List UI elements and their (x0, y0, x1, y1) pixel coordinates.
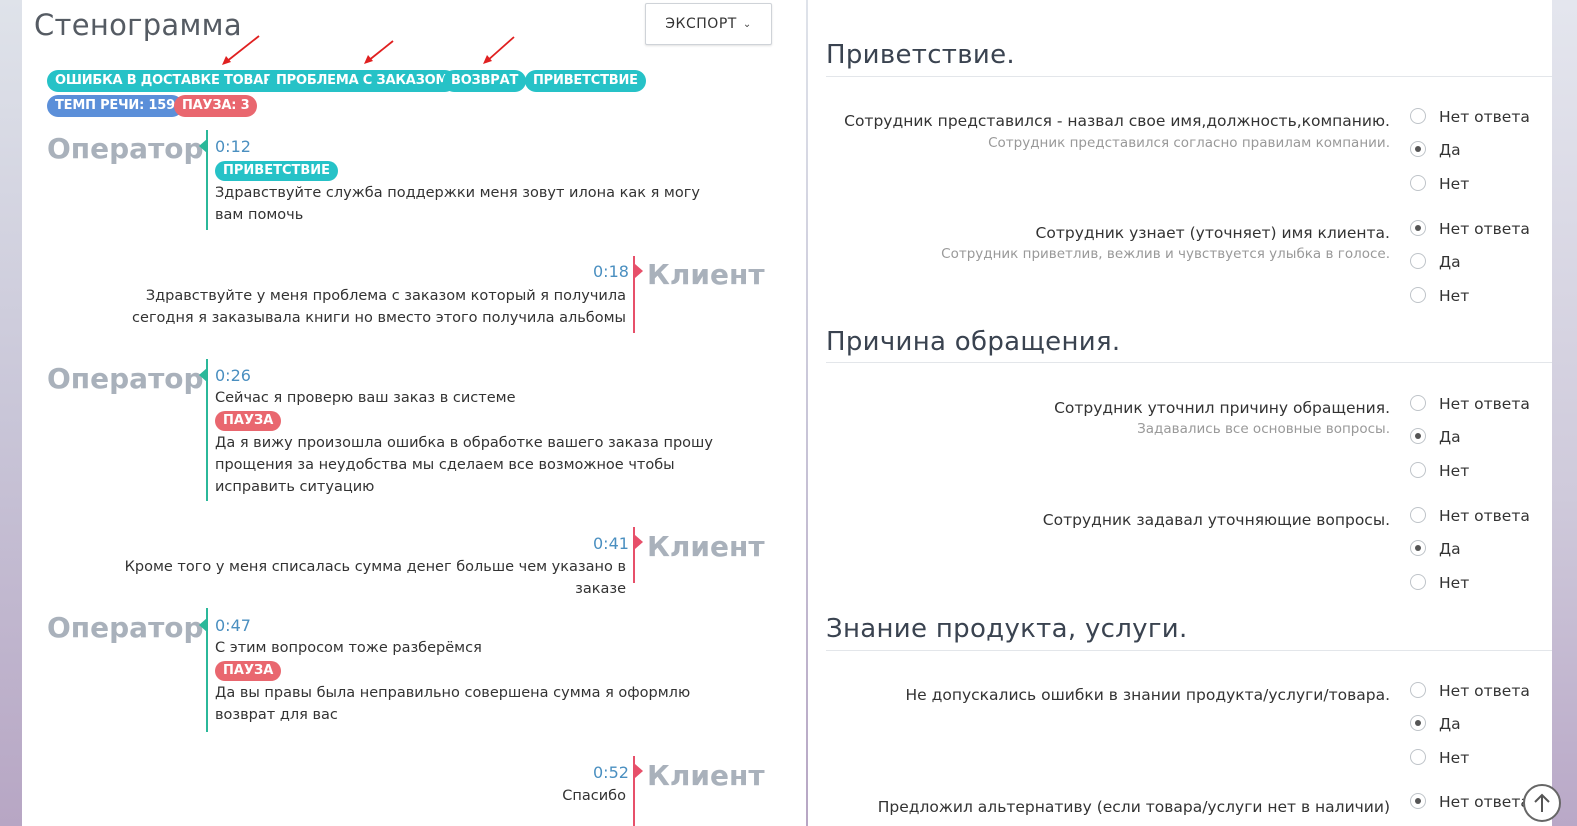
question-text: Не допускались ошибки в знании продукта/… (905, 686, 1390, 704)
message-text: Кроме того у меня списалась сумма денег … (124, 559, 626, 597)
section-divider (826, 362, 1552, 363)
client-marker (635, 764, 643, 778)
red-arrow-annotation (364, 40, 394, 64)
page-title: Стенограмма (34, 8, 242, 42)
client-line (633, 756, 635, 826)
radio-label: Да (1439, 540, 1461, 558)
message-time[interactable]: 0:12 (215, 137, 251, 156)
section-title: Знание продукта, услуги. (826, 614, 1188, 644)
radio-no[interactable] (1410, 175, 1426, 191)
radio-label: Нет ответа (1439, 220, 1530, 238)
client-label: Клиент (647, 258, 765, 291)
message-text: Здравствуйте у меня проблема с заказом к… (132, 288, 626, 326)
operator-label: Оператор (47, 132, 204, 165)
radio-label: Нет (1439, 749, 1470, 767)
export-button[interactable]: ЭКСПОРТ ⌄ (645, 3, 772, 45)
radio-label: Да (1439, 141, 1461, 159)
radio-yes[interactable] (1410, 141, 1426, 157)
scroll-to-top-button[interactable] (1523, 784, 1561, 822)
message-text: Да я вижу произошла ошибка в обработке в… (215, 435, 713, 495)
operator-line (206, 359, 208, 501)
transcript-panel: Стенограмма ЭКСПОРТ ⌄ ОШИБКА В ДОСТАВКЕ … (22, 0, 806, 826)
section-divider (826, 650, 1552, 651)
operator-line (206, 608, 208, 732)
section-divider (826, 76, 1552, 77)
export-label: ЭКСПОРТ (665, 16, 737, 32)
topic-tag[interactable]: ПРОБЛЕМА С ЗАКАЗОМ (268, 70, 457, 92)
radio-yes[interactable] (1410, 428, 1426, 444)
window-edge (1552, 0, 1577, 826)
operator-line (206, 130, 208, 230)
radio-yes[interactable] (1410, 253, 1426, 269)
question-text: Сотрудник задавал уточняющие вопросы. (1042, 511, 1390, 529)
radio-no-answer[interactable] (1410, 220, 1426, 236)
speech-rate-badge: ТЕМП РЕЧИ: 159 (47, 95, 183, 117)
red-arrow-annotation (483, 36, 515, 64)
radio-label: Нет ответа (1439, 108, 1530, 126)
message-tag: ПРИВЕТСТВИЕ (215, 161, 339, 181)
radio-no[interactable] (1410, 462, 1426, 478)
radio-yes[interactable] (1410, 715, 1426, 731)
question-hint: Задавались все основные вопросы. (1137, 421, 1390, 437)
radio-label: Нет ответа (1439, 395, 1530, 413)
radio-label: Нет (1439, 287, 1470, 305)
radio-no-answer[interactable] (1410, 395, 1426, 411)
message-time[interactable]: 0:18 (593, 262, 629, 281)
client-label: Клиент (647, 759, 765, 792)
message-time[interactable]: 0:26 (215, 366, 251, 385)
message-text: Сейчас я проверю ваш заказ в системе (215, 390, 516, 406)
radio-label: Да (1439, 253, 1461, 271)
radio-no-answer[interactable] (1410, 793, 1426, 809)
message-time[interactable]: 0:52 (593, 763, 629, 782)
radio-no[interactable] (1410, 749, 1426, 765)
pause-count-badge: ПАУЗА: 3 (174, 95, 258, 117)
radio-label: Да (1439, 428, 1461, 446)
message-text: Спасибо (562, 788, 626, 804)
radio-yes[interactable] (1410, 540, 1426, 556)
client-line (633, 527, 635, 583)
section-title: Причина обращения. (826, 327, 1121, 357)
radio-no-answer[interactable] (1410, 682, 1426, 698)
client-marker (635, 264, 643, 278)
scroll-to-top-icon (1534, 793, 1550, 812)
pause-tag: ПАУЗА (215, 411, 282, 431)
topic-tag[interactable]: ВОЗВРАТ (443, 70, 527, 92)
radio-label: Да (1439, 715, 1461, 733)
radio-label: Нет (1439, 462, 1470, 480)
radio-no-answer[interactable] (1410, 507, 1426, 523)
radio-no[interactable] (1410, 574, 1426, 590)
operator-label: Оператор (47, 611, 204, 644)
question-text: Предложил альтернативу (если товара/услу… (877, 798, 1390, 816)
question-hint: Сотрудник приветлив, вежлив и чувствуетс… (941, 246, 1390, 262)
message-text: Да вы правы была неправильно совершена с… (215, 685, 691, 723)
message-text: С этим вопросом тоже разберёмся (215, 640, 482, 656)
question-text: Сотрудник представился - назвал свое имя… (844, 112, 1390, 130)
radio-label: Нет ответа (1439, 682, 1530, 700)
radio-label: Нет (1439, 175, 1470, 193)
radio-label: Нет (1439, 574, 1470, 592)
question-text: Сотрудник узнает (уточняет) имя клиента. (1035, 224, 1390, 242)
pause-tag: ПАУЗА (215, 661, 282, 681)
radio-label: Нет ответа (1439, 793, 1530, 811)
message-text: Здравствуйте служба поддержки меня зовут… (215, 185, 700, 223)
message-time[interactable]: 0:41 (593, 534, 629, 553)
topic-tag[interactable]: ПРИВЕТСТВИЕ (525, 70, 646, 92)
red-arrow-annotation (222, 35, 260, 65)
chevron-down-icon: ⌄ (742, 18, 752, 30)
operator-label: Оператор (47, 362, 204, 395)
client-line (633, 256, 635, 333)
client-label: Клиент (647, 530, 765, 563)
message-time[interactable]: 0:47 (215, 616, 251, 635)
section-title: Приветствие. (826, 40, 1015, 70)
question-hint: Сотрудник представился согласно правилам… (988, 135, 1390, 151)
client-marker (635, 535, 643, 549)
radio-no[interactable] (1410, 287, 1426, 303)
topic-tag[interactable]: ОШИБКА В ДОСТАВКЕ ТОВАРА (47, 70, 291, 92)
evaluation-panel: Приветствие. Сотрудник представился - на… (808, 0, 1552, 826)
radio-label: Нет ответа (1439, 507, 1530, 525)
radio-no-answer[interactable] (1410, 108, 1426, 124)
question-text: Сотрудник уточнил причину обращения. (1054, 399, 1390, 417)
